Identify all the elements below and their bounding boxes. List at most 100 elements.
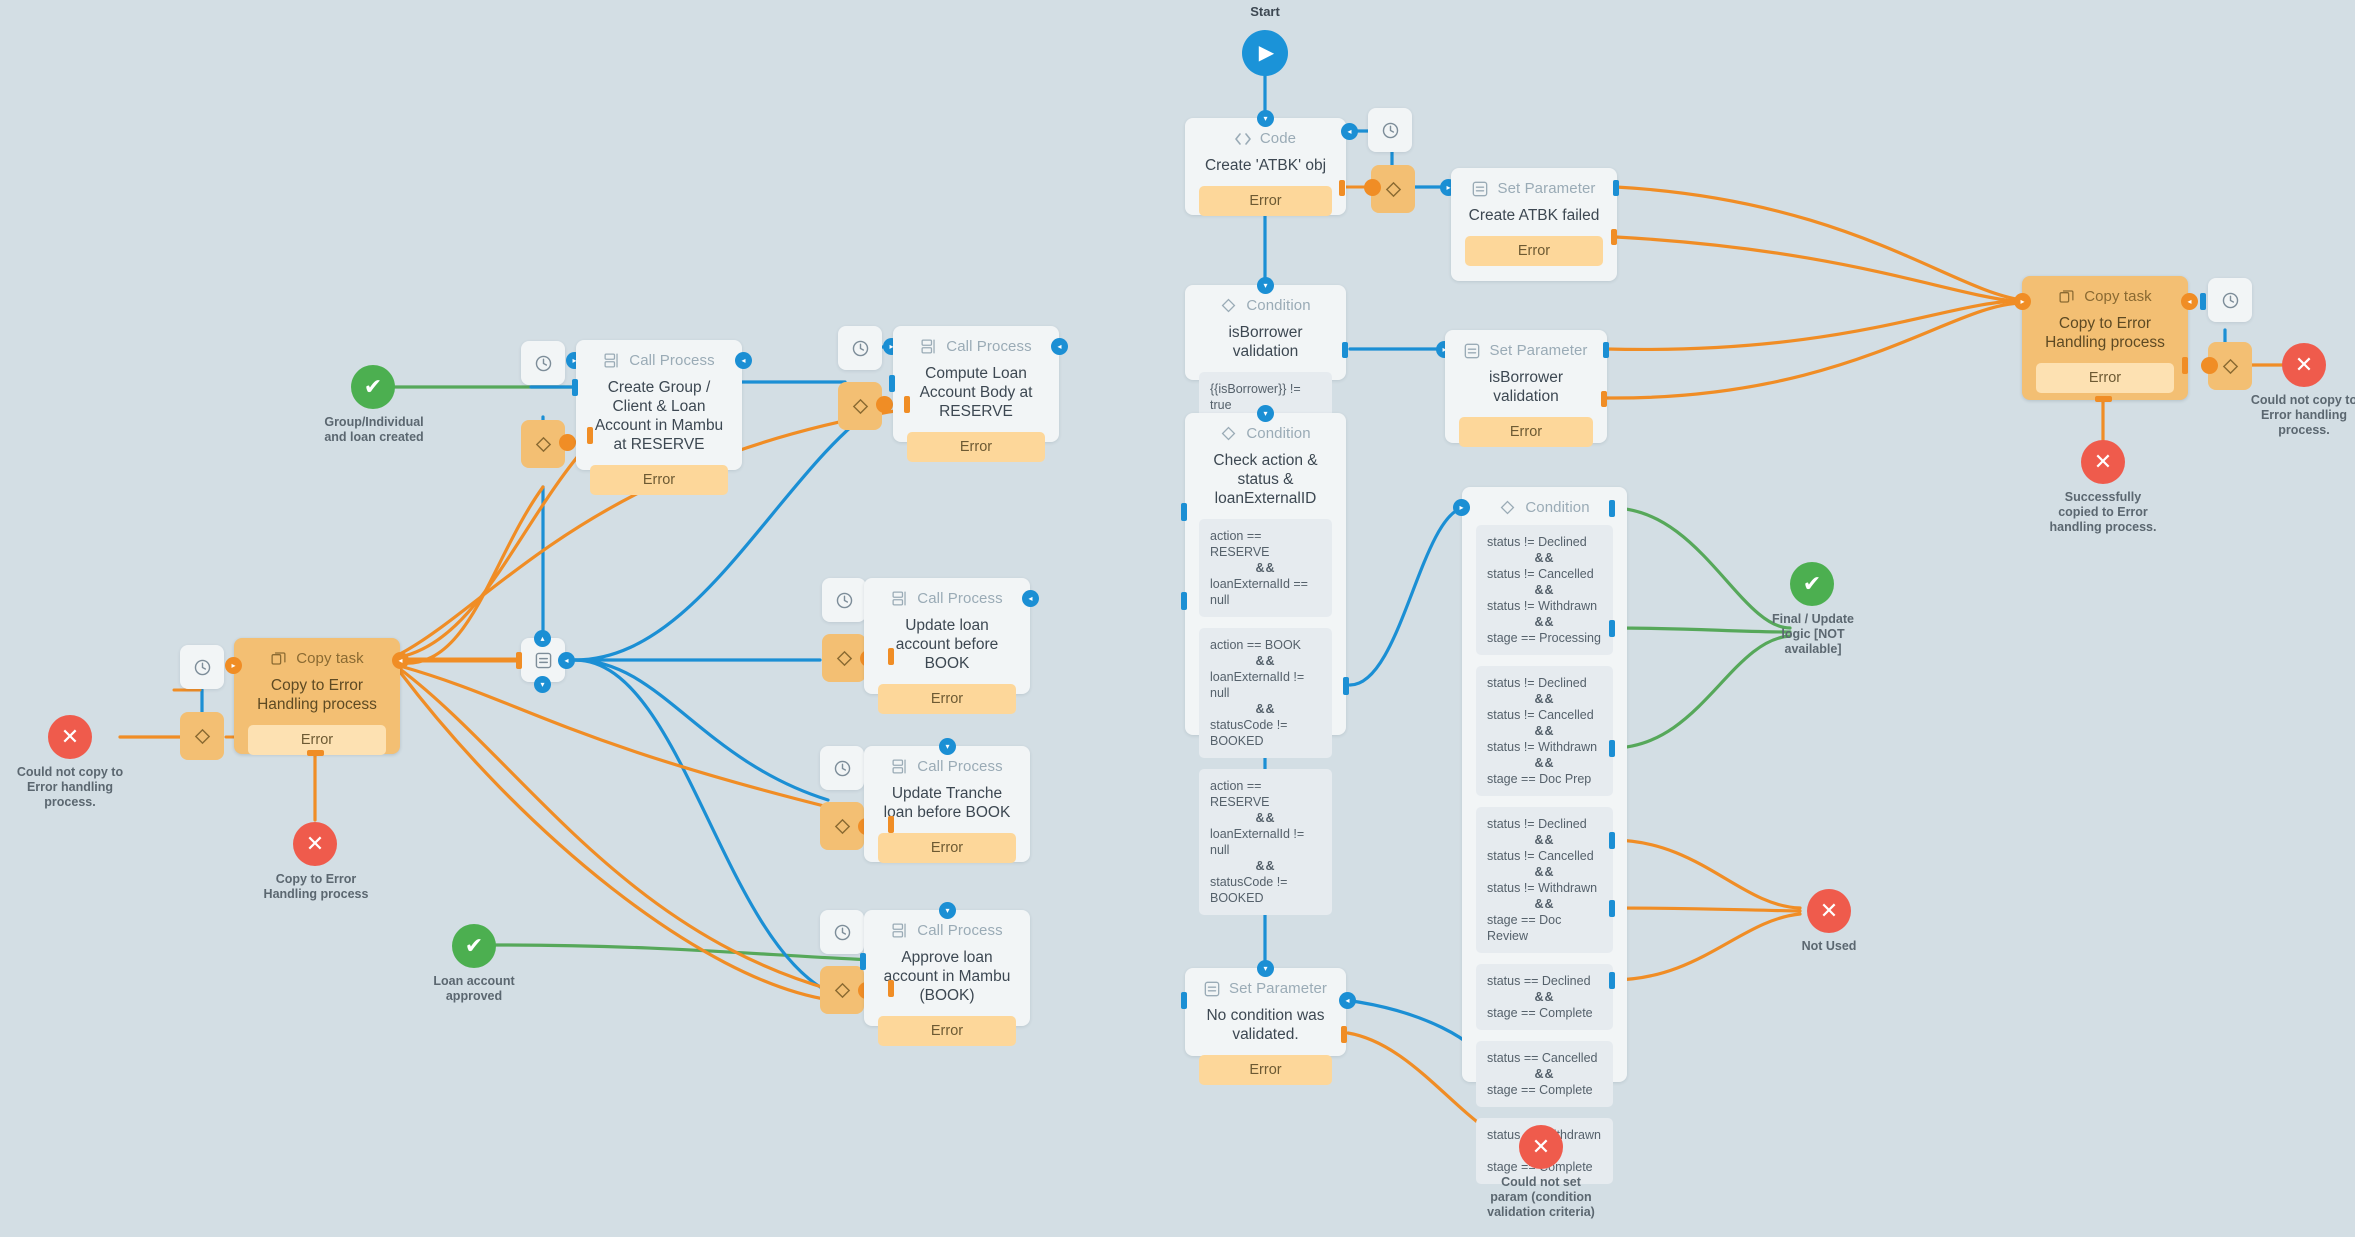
stub-cond2-check-action: [1181, 592, 1187, 610]
condition-chip[interactable]: status == Cancelled && stage == Complete: [1476, 1041, 1613, 1107]
condition-chip[interactable]: status != Declined && status != Cancelled &…: [1476, 525, 1613, 655]
clock-icon: [1382, 122, 1398, 138]
stub-error-create-atbk: [1339, 180, 1345, 196]
terminal-could-not-copy-left[interactable]: ✕: [48, 715, 92, 759]
port-timer-create-atbk[interactable]: ◂: [1341, 123, 1358, 140]
node-timer-create-group[interactable]: [521, 341, 565, 385]
clock-icon: [834, 760, 850, 776]
port-hub-out[interactable]: ◂: [558, 652, 575, 669]
error-band[interactable]: Error: [878, 1016, 1016, 1046]
condition-chip[interactable]: status != Declined && status != Cancelled &…: [1476, 807, 1613, 953]
stub-left-approve-loan: [860, 953, 866, 970]
port-in-copy-task-right[interactable]: ▸: [2014, 293, 2031, 310]
port-out-error-compute-body[interactable]: [876, 396, 893, 413]
error-band[interactable]: Error: [1465, 236, 1603, 266]
port-in-compute-body[interactable]: ◂: [1051, 338, 1068, 355]
node-timer-compute-body[interactable]: [838, 326, 882, 370]
cross-icon: ✕: [60, 724, 80, 749]
node-isborrower-setparam[interactable]: Set Parameter isBorrower validation Erro…: [1445, 330, 1607, 447]
node-timer-create-atbk[interactable]: [1368, 108, 1412, 152]
condition-chip[interactable]: action == RESERVE && loanExternalId != nul…: [1199, 769, 1332, 915]
error-band[interactable]: Error: [1199, 1055, 1332, 1085]
error-band[interactable]: Error: [1459, 417, 1593, 447]
error-band[interactable]: Error: [907, 432, 1045, 462]
error-band[interactable]: Error: [878, 833, 1016, 863]
stub-out-isborrower: [1342, 342, 1348, 358]
error-band[interactable]: Error: [1199, 186, 1332, 216]
node-timer-right-copy[interactable]: [2208, 278, 2252, 322]
node-approve-loan[interactable]: Call Process Approve loan account in Mam…: [864, 910, 1030, 1046]
condition-chip[interactable]: action == RESERVE && loanExternalId == nul…: [1199, 519, 1332, 617]
terminal-could-not-copy-right[interactable]: ✕: [2282, 343, 2326, 387]
cross-icon: ✕: [2294, 352, 2314, 377]
stub-out-isborrower-setparam: [1603, 342, 1609, 358]
terminal-final-update[interactable]: ✔: [1790, 562, 1834, 606]
port-in-status-condition[interactable]: ▸: [1453, 499, 1470, 516]
port-in-create-atbk[interactable]: ▾: [1257, 110, 1274, 127]
node-isborrower-condition[interactable]: Condition isBorrower validation {{isBorr…: [1185, 285, 1346, 422]
start-node[interactable]: ▶: [1242, 30, 1288, 76]
node-create-group[interactable]: Call Process Create Group / Client & Loa…: [576, 340, 742, 495]
node-title: Create 'ATBK' obj: [1204, 157, 1327, 174]
condition-chip[interactable]: status == Declined && stage == Complete: [1476, 964, 1613, 1030]
node-kind: Condition: [1246, 425, 1311, 442]
terminal-copy-to-error-left[interactable]: ✕: [293, 822, 337, 866]
node-no-condition[interactable]: Set Parameter No condition was validated…: [1185, 968, 1346, 1085]
error-band[interactable]: Error: [590, 465, 728, 495]
copy-task-icon: [2058, 288, 2075, 305]
clock-icon: [852, 340, 868, 356]
error-band[interactable]: Error: [2036, 363, 2174, 393]
node-update-tranche[interactable]: Call Process Update Tranche loan before …: [864, 746, 1030, 863]
node-create-atbk[interactable]: Code Create 'ATBK' obj Error: [1185, 118, 1346, 216]
port-in-update-tranche-top[interactable]: ▾: [939, 738, 956, 755]
terminal-loan-approved[interactable]: ✔: [452, 924, 496, 968]
node-status-condition[interactable]: Condition status != Declined && status != …: [1462, 487, 1627, 1184]
node-header: Code: [1199, 130, 1332, 147]
set-parameter-icon: [1464, 343, 1480, 359]
port-in-update-loan[interactable]: ◂: [1022, 590, 1039, 607]
terminal-could-not-set-param-label: Could not set param (condition validatio…: [1487, 1175, 1595, 1219]
port-out-error-right-copy[interactable]: [2201, 357, 2218, 374]
stub-error-no-condition: [1341, 1026, 1347, 1043]
port-out-no-condition[interactable]: ◂: [1339, 992, 1356, 1009]
port-in-no-condition[interactable]: ▾: [1257, 960, 1274, 977]
node-timer-copy-task-left[interactable]: [180, 645, 224, 689]
port-out-copy-task-right[interactable]: ◂: [2181, 293, 2198, 310]
condition-icon: [834, 982, 850, 998]
stub-out-create-atbk-failed: [1613, 180, 1619, 196]
node-error-diamond-copy-task-left[interactable]: [180, 712, 224, 760]
terminal-could-not-copy-left-label: Could not copy to Error handling process…: [16, 765, 124, 809]
port-in-isborrower-condition[interactable]: ▾: [1257, 277, 1274, 294]
node-copy-task-right[interactable]: Copy task Copy to Error Handling process…: [2022, 276, 2188, 400]
node-check-action[interactable]: Condition Check action & status & loanEx…: [1185, 413, 1346, 915]
terminal-group-created[interactable]: ✔: [351, 365, 395, 409]
terminal-not-used[interactable]: ✕: [1807, 889, 1851, 933]
terminal-copied-ok-right[interactable]: ✕: [2081, 440, 2125, 484]
port-in-create-group[interactable]: ◂: [735, 352, 752, 369]
terminal-could-not-set-param[interactable]: ✕: [1519, 1125, 1563, 1169]
condition-icon: [535, 436, 551, 452]
port-hub-top[interactable]: ▴: [534, 630, 551, 647]
port-in-approve-loan-top[interactable]: ▾: [939, 902, 956, 919]
node-update-loan[interactable]: Call Process Update loan account before …: [864, 578, 1030, 714]
node-timer-update-tranche[interactable]: [820, 746, 864, 790]
error-band[interactable]: Error: [878, 684, 1016, 714]
node-copy-task-left[interactable]: Copy task Copy to Error Handling process…: [234, 638, 400, 755]
node-kind: Copy task: [2084, 288, 2152, 305]
stub-timer-copy-task-right: [2200, 293, 2206, 310]
port-out-error-create-atbk[interactable]: [1364, 179, 1381, 196]
port-in-copy-task-left[interactable]: ◂: [392, 652, 409, 669]
port-out-error-create-group[interactable]: [559, 434, 576, 451]
condition-chip[interactable]: status != Declined && status != Cancelled &…: [1476, 666, 1613, 796]
port-hub-bottom[interactable]: ▾: [534, 676, 551, 693]
node-kind: Call Process: [629, 352, 715, 369]
port-timer-copy-task-left[interactable]: ▸: [225, 657, 242, 674]
port-in-check-action[interactable]: ▾: [1257, 405, 1274, 422]
node-compute-body[interactable]: Call Process Compute Loan Account Body a…: [893, 326, 1059, 462]
node-timer-approve-loan[interactable]: [820, 910, 864, 954]
node-kind: Set Parameter: [1497, 180, 1596, 197]
condition-chip[interactable]: action == BOOK && loanExternalId != null &&…: [1199, 628, 1332, 758]
node-create-atbk-failed[interactable]: Set Parameter Create ATBK failed Error: [1451, 168, 1617, 281]
stub-cond1-check-action: [1181, 503, 1187, 521]
node-timer-update-loan[interactable]: [822, 578, 866, 622]
